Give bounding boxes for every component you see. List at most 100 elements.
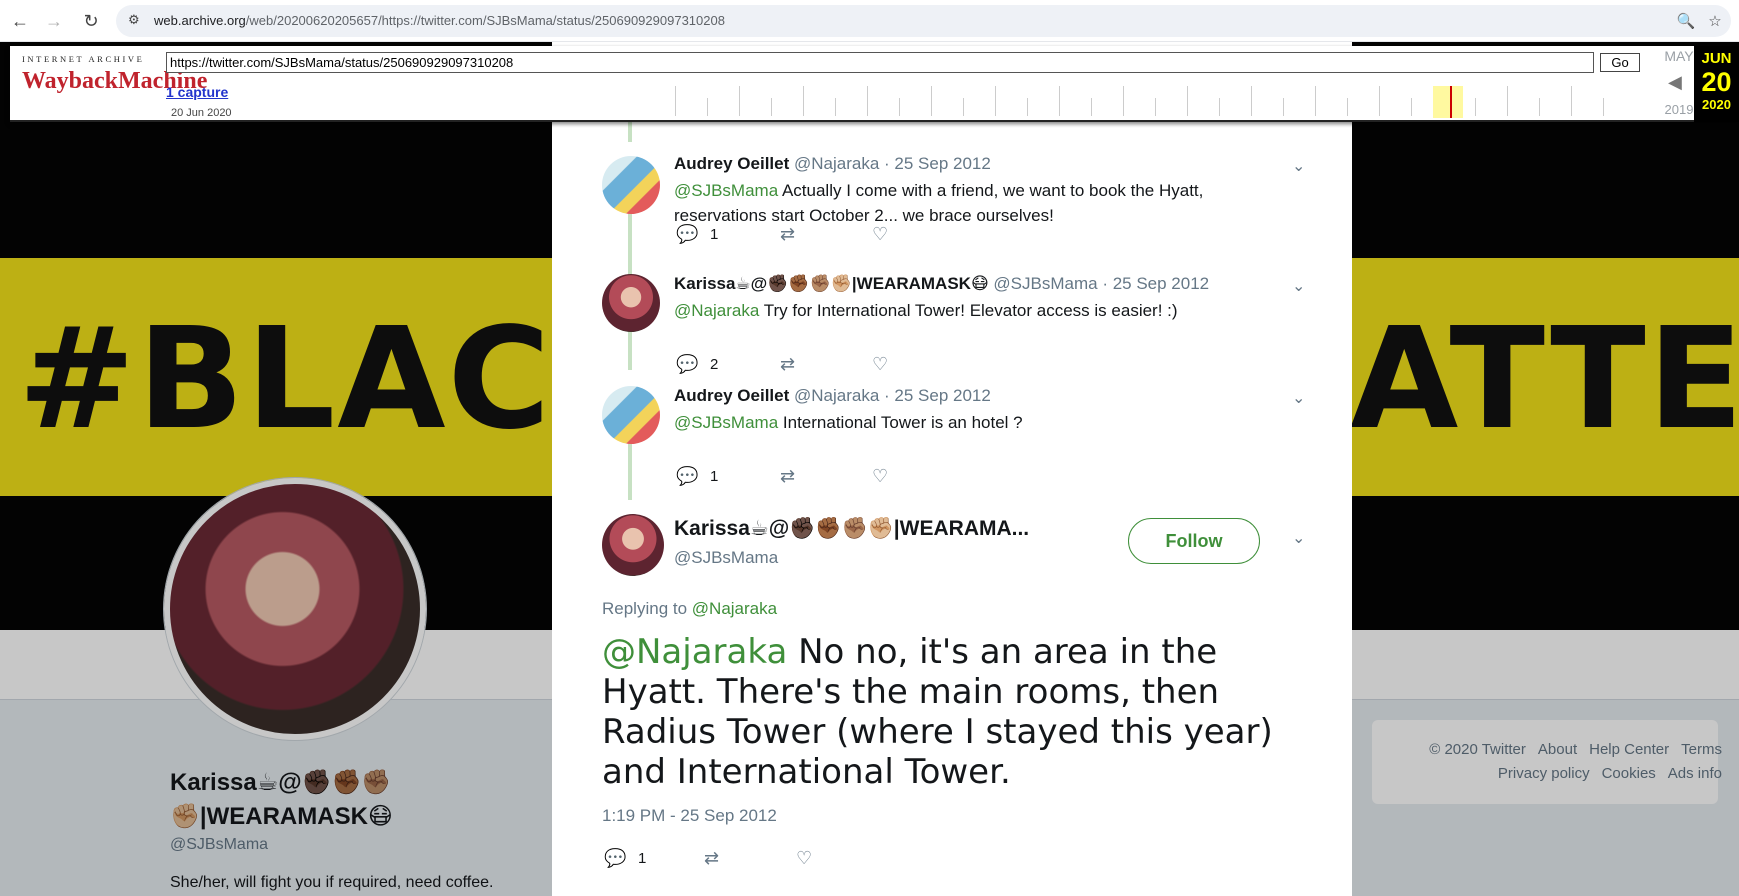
wayback-current-date: JUN 20 2020 [1694, 46, 1739, 122]
sparkline-tick [1027, 98, 1028, 116]
forward-icon[interactable]: → [42, 9, 66, 33]
tweet-body: International Tower is an hotel ? [778, 413, 1023, 432]
tweet-header: Karissa☕@✊🏿✊🏾✊🏽✊🏼|WEARAMASK😷 @SJBsMama ·… [674, 274, 1209, 294]
bookmark-star-icon[interactable]: ☆ [1705, 11, 1725, 31]
sparkline-tick [1155, 98, 1156, 116]
main-tweet-author-name[interactable]: Karissa☕@✊🏿✊🏾✊🏽✊🏼|WEARAMA... [674, 516, 1074, 541]
reply-button[interactable]: 💬 1 [676, 466, 718, 487]
wayback-url-input[interactable] [166, 52, 1594, 73]
tweet-avatar[interactable] [602, 386, 660, 444]
sparkline-capture-mark[interactable] [1450, 86, 1452, 118]
like-button[interactable]: ♡ [872, 224, 894, 245]
tweet-date[interactable]: · 25 Sep 2012 [1102, 274, 1209, 293]
retweet-icon: ⇄ [780, 354, 796, 374]
reload-icon[interactable]: ↻ [79, 9, 103, 33]
sparkline-tick [1091, 98, 1092, 116]
sparkline-tick [707, 98, 708, 116]
tweet-author-name[interactable]: Audrey Oeillet [674, 386, 789, 405]
tweet-author-handle[interactable]: @Najaraka [794, 154, 879, 173]
tweet-author-handle[interactable]: @Najaraka [794, 386, 879, 405]
reply-count: 1 [710, 226, 719, 243]
retweet-button[interactable]: ⇄ [780, 466, 802, 487]
site-info-icon[interactable]: ⚙ [128, 12, 146, 30]
like-button[interactable]: ♡ [872, 354, 894, 375]
retweet-icon: ⇄ [780, 224, 796, 244]
tweet-mention[interactable]: @SJBsMama [674, 181, 778, 200]
tweet-text: @SJBsMama Actually I come with a friend,… [674, 178, 1294, 228]
retweet-button[interactable]: ⇄ [780, 354, 802, 375]
wayback-sparkline[interactable] [675, 86, 1651, 122]
like-button[interactable]: ♡ [796, 848, 818, 869]
tweet-modal: Audrey Oeillet @Najaraka · 25 Sep 2012 ⌄… [552, 42, 1352, 896]
tweet-text: @Najaraka Try for International Tower! E… [674, 298, 1294, 323]
tweet-avatar[interactable] [602, 156, 660, 214]
tweet-author-handle[interactable]: @SJBsMama [993, 274, 1097, 293]
main-tweet-avatar[interactable] [602, 514, 664, 576]
replying-to-link[interactable]: @Najaraka [692, 599, 777, 618]
main-tweet-timestamp[interactable]: 1:19 PM - 25 Sep 2012 [602, 806, 777, 826]
wayback-capture-date: 20 Jun 2020 [171, 107, 232, 119]
follow-button[interactable]: Follow [1128, 518, 1260, 564]
chevron-down-icon[interactable]: ⌄ [1292, 528, 1305, 548]
tweet-avatar[interactable] [602, 274, 660, 332]
tweet-date[interactable]: · 25 Sep 2012 [884, 154, 991, 173]
sparkline-tick [1507, 86, 1508, 116]
reply-count: 1 [710, 468, 719, 485]
tweet-author-name[interactable]: Karissa☕@✊🏿✊🏾✊🏽✊🏼|WEARAMASK😷 [674, 274, 989, 293]
address-url[interactable]: web.archive.org/web/20200620205657/https… [154, 13, 725, 28]
wayback-toolbar: INTERNET ARCHIVE WaybackMachine Go 1 cap… [10, 46, 1739, 122]
main-tweet-author-handle[interactable]: @SJBsMama [674, 548, 778, 568]
wayback-logo-top: INTERNET ARCHIVE [22, 54, 145, 64]
like-button[interactable]: ♡ [872, 466, 894, 487]
sparkline-tick [1571, 86, 1572, 116]
wayback-current-year: 2020 [1702, 97, 1731, 112]
wayback-go-button[interactable]: Go [1600, 53, 1640, 72]
tweet-author-name[interactable]: Audrey Oeillet [674, 154, 789, 173]
reply-icon: 💬 [676, 466, 699, 486]
replying-prefix: Replying to [602, 599, 692, 618]
reply-count: 2 [710, 356, 719, 373]
chevron-down-icon[interactable]: ⌄ [1292, 388, 1305, 408]
thread-line [628, 436, 632, 500]
address-bar[interactable]: ⚙ web.archive.org/web/20200620205657/htt… [116, 5, 1731, 37]
back-icon[interactable]: ← [8, 9, 32, 33]
replying-to: Replying to @Najaraka [602, 599, 777, 619]
tweet-mention[interactable]: @Najaraka [674, 301, 759, 320]
tweet-date[interactable]: · 25 Sep 2012 [884, 386, 991, 405]
main-tweet-mention[interactable]: @Najaraka [602, 632, 787, 672]
retweet-icon: ⇄ [780, 466, 796, 486]
sparkline-tick [1283, 98, 1284, 116]
reply-count: 1 [638, 850, 647, 867]
wayback-current-month: JUN [1701, 50, 1732, 67]
heart-icon: ♡ [872, 466, 889, 486]
retweet-button[interactable]: ⇄ [704, 848, 726, 869]
tweet-body: Try for International Tower! Elevator ac… [759, 301, 1178, 320]
chevron-down-icon[interactable]: ⌄ [1292, 276, 1305, 296]
wayback-captures-link[interactable]: 1 capture [166, 84, 228, 100]
sparkline-tick [1347, 98, 1348, 116]
main-tweet-text: @Najaraka No no, it's an area in the Hya… [602, 632, 1322, 792]
retweet-button[interactable]: ⇄ [780, 224, 802, 245]
tweet-text: @SJBsMama International Tower is an hote… [674, 410, 1294, 435]
zoom-icon[interactable]: 🔍 [1676, 11, 1696, 31]
previous-capture-icon[interactable]: ◀ [1668, 72, 1682, 93]
sparkline-tick [1187, 86, 1188, 116]
sparkline-tick [739, 86, 740, 116]
wayback-current-day: 20 [1701, 67, 1732, 97]
sparkline-tick [1059, 86, 1060, 116]
tweet-mention[interactable]: @SJBsMama [674, 413, 778, 432]
sparkline-tick [931, 86, 932, 116]
wayback-logo[interactable]: INTERNET ARCHIVE WaybackMachine [22, 54, 207, 108]
tweet-header: Audrey Oeillet @Najaraka · 25 Sep 2012 [674, 386, 991, 406]
tweet-actions: 💬 1 ⇄ ♡ [676, 466, 976, 490]
heart-icon: ♡ [872, 354, 889, 374]
reply-button[interactable]: 💬 2 [676, 354, 718, 375]
chevron-down-icon[interactable]: ⌄ [1292, 156, 1305, 176]
sparkline-tick [995, 86, 996, 116]
reply-button[interactable]: 💬 1 [676, 224, 718, 245]
heart-icon: ♡ [872, 224, 889, 244]
heart-icon: ♡ [796, 848, 813, 868]
reply-button[interactable]: 💬 1 [604, 848, 646, 869]
sparkline-tick [803, 86, 804, 116]
tweet-actions: 💬 1 ⇄ ♡ [676, 224, 976, 248]
